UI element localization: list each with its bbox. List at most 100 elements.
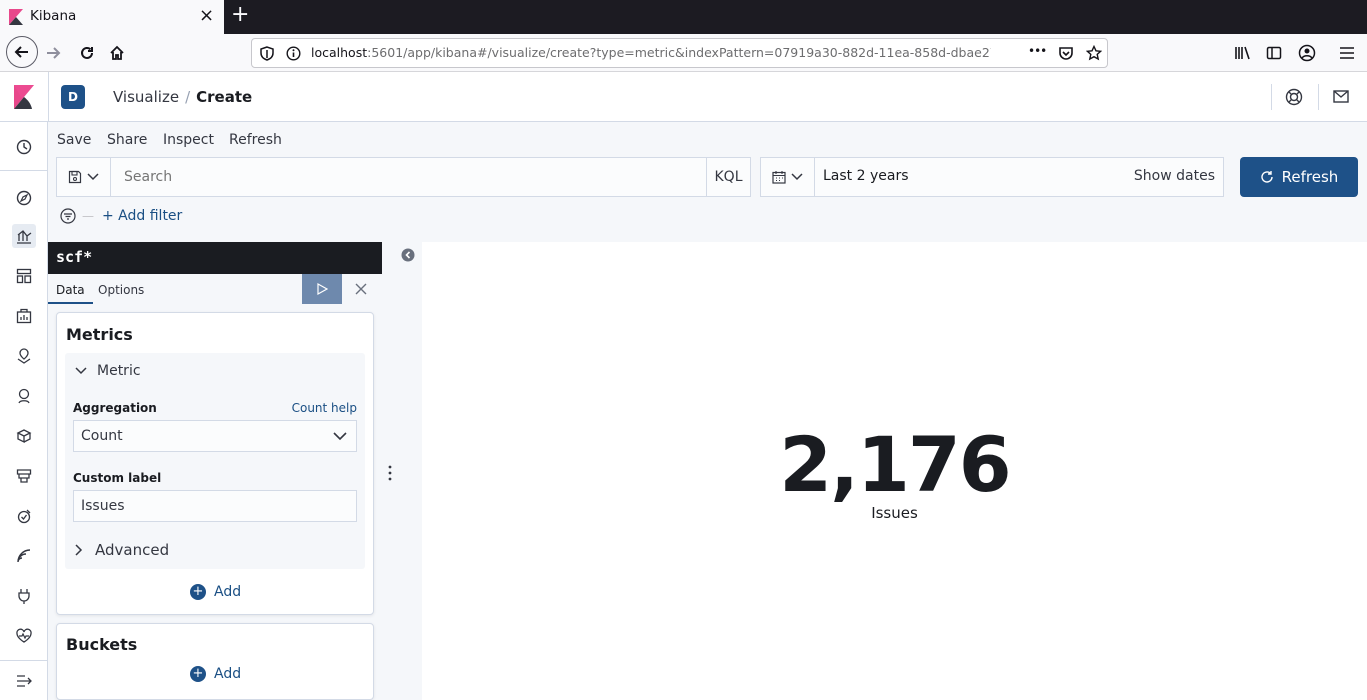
account-icon (1298, 44, 1316, 62)
url-text[interactable]: localhost:5601/app/kibana#/visualize/cre… (311, 45, 991, 60)
tab-title: Kibana (30, 8, 77, 24)
refresh-query-button[interactable]: Refresh (1240, 157, 1358, 197)
machine-learning-icon[interactable] (12, 384, 36, 408)
home-icon (110, 45, 124, 60)
search-input[interactable] (112, 158, 706, 196)
editor-sidebar: scf* Data Options Metrics Metric Aggrega… (48, 242, 382, 700)
reload-icon (81, 46, 93, 59)
forward-button[interactable] (40, 40, 66, 66)
sidebar-icon (1266, 46, 1282, 60)
add-bucket-button[interactable]: + Add (190, 666, 241, 682)
breadcrumb-create: Create (196, 88, 253, 106)
library-button[interactable] (1230, 40, 1256, 66)
recently-viewed-clock-icon[interactable] (12, 135, 36, 159)
aggregation-label: Aggregation (73, 401, 157, 415)
resize-handle-icon[interactable] (388, 465, 392, 481)
saved-query-button[interactable] (57, 158, 111, 196)
share-link[interactable]: Share (107, 132, 147, 148)
index-pattern-title: scf* (48, 242, 382, 274)
discover-compass-icon[interactable] (12, 186, 36, 210)
refresh-button-label: Refresh (1281, 168, 1339, 186)
chevron-down-icon (87, 173, 99, 181)
calendar-icon (772, 171, 786, 184)
tracking-protection-icon[interactable] (260, 46, 274, 61)
space-avatar-letter: D (68, 90, 78, 104)
pocket-icon[interactable] (1058, 45, 1074, 61)
save-link[interactable]: Save (57, 132, 91, 148)
breadcrumb-separator: / (185, 88, 191, 106)
visualize-editor-page: Save Share Inspect Refresh KQL Last 2 ye… (48, 122, 1367, 700)
apm-icon[interactable] (12, 504, 36, 528)
close-tab-icon[interactable]: × (199, 5, 214, 26)
tab-data[interactable]: Data (48, 274, 93, 304)
help-menu-icon[interactable] (1285, 88, 1303, 106)
app-menu-button[interactable] (1334, 40, 1360, 66)
refresh-link[interactable]: Refresh (229, 132, 282, 148)
library-icon (1235, 46, 1250, 60)
maps-icon[interactable] (12, 344, 36, 368)
monitoring-heartbeat-icon[interactable] (12, 624, 36, 648)
metric-label: Issues (871, 504, 918, 522)
reload-button[interactable] (74, 40, 100, 66)
custom-label-label: Custom label (73, 471, 162, 485)
visualize-chart-icon[interactable] (12, 224, 36, 248)
query-language-button[interactable]: KQL (706, 158, 750, 196)
back-arrow-icon (14, 46, 28, 58)
add-metric-label: Add (214, 584, 242, 600)
metric-value: 2,176 (779, 420, 1011, 509)
quick-menu-button[interactable] (761, 158, 815, 196)
add-bucket-label: Add (214, 666, 242, 682)
dev-tools-icon[interactable] (12, 584, 36, 608)
index-pattern-name: scf* (56, 248, 93, 266)
kql-label: KQL (714, 169, 743, 185)
buckets-panel: Buckets + Add (56, 623, 374, 700)
breadcrumb-visualize[interactable]: Visualize (113, 88, 179, 106)
canvas-icon[interactable] (12, 304, 36, 328)
kibana-logo-icon[interactable] (14, 85, 34, 109)
tab-options[interactable]: Options (90, 274, 152, 304)
custom-label-input[interactable]: Issues (73, 490, 357, 522)
filter-bar: — + Add filter (60, 208, 182, 224)
filter-options-icon[interactable] (60, 208, 76, 224)
date-range-text[interactable]: Last 2 years (823, 168, 909, 184)
count-help-link[interactable]: Count help (292, 401, 357, 415)
metric-accordion-toggle[interactable]: Metric (75, 363, 141, 379)
uptime-icon[interactable] (12, 544, 36, 568)
metric-agg-accordion: Metric Aggregation Count help Count Cust… (65, 353, 365, 569)
save-disk-icon (68, 170, 82, 184)
apply-changes-button[interactable] (302, 274, 342, 304)
back-button[interactable] (6, 36, 38, 68)
buckets-title: Buckets (66, 635, 138, 654)
infrastructure-icon[interactable] (12, 424, 36, 448)
new-tab-button[interactable]: + (231, 2, 249, 27)
browser-tab[interactable]: Kibana × (0, 0, 224, 34)
forward-arrow-icon (47, 47, 61, 59)
logs-icon[interactable] (12, 464, 36, 488)
metric-label: Metric (97, 363, 141, 379)
chevron-down-icon (75, 367, 87, 375)
bookmark-star-icon[interactable] (1086, 45, 1102, 61)
add-filter-link[interactable]: + Add filter (102, 208, 182, 224)
collapse-sidebar-icon[interactable] (401, 248, 415, 262)
home-button[interactable] (104, 40, 130, 66)
site-info-icon[interactable] (286, 46, 301, 61)
add-metric-button[interactable]: + Add (190, 584, 241, 600)
discard-changes-icon[interactable] (354, 282, 368, 296)
account-button[interactable] (1294, 40, 1320, 66)
newsfeed-mail-icon[interactable] (1333, 90, 1349, 103)
sidebar-button[interactable] (1261, 40, 1287, 66)
kibana-favicon-icon (9, 9, 23, 25)
advanced-toggle[interactable]: Advanced (75, 541, 169, 559)
aggregation-select[interactable]: Count (73, 420, 357, 452)
collapse-nav-icon[interactable] (12, 669, 36, 693)
kibana-side-nav (0, 122, 48, 700)
show-dates-link[interactable]: Show dates (1134, 168, 1215, 184)
dashboard-icon[interactable] (12, 264, 36, 288)
page-actions-button[interactable]: ••• (1028, 44, 1047, 58)
space-avatar[interactable]: D (61, 85, 85, 109)
metric-visualization: 2,176 Issues (422, 242, 1367, 700)
plus-circle-icon: + (190, 666, 206, 682)
plus-circle-icon: + (190, 584, 206, 600)
url-bar[interactable]: localhost:5601/app/kibana#/visualize/cre… (251, 38, 1108, 68)
inspect-link[interactable]: Inspect (163, 132, 214, 148)
